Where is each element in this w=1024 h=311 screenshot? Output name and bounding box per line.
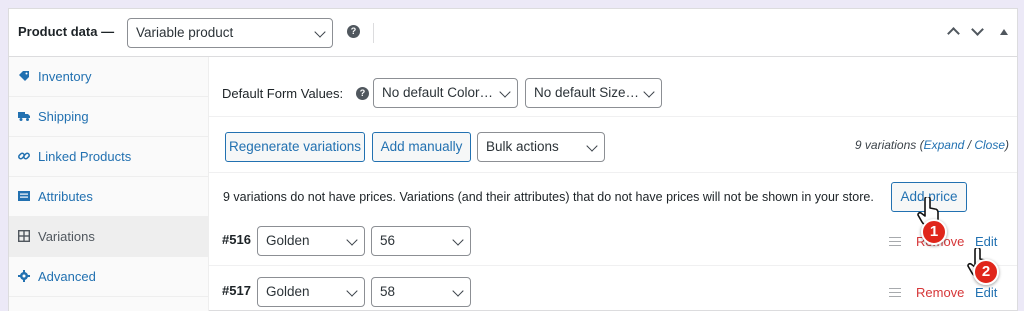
default-size-value: No default Size… [534, 85, 640, 100]
product-data-panel: Product data — Variable product ? Invent… [8, 8, 1018, 311]
toggle-panel-button[interactable] [995, 23, 1013, 41]
chevron-up-icon [947, 27, 960, 40]
sidebar-item-label: Advanced [38, 269, 96, 284]
sidebar-item-inventory[interactable]: Inventory [9, 57, 208, 97]
paren: ) [1005, 138, 1009, 152]
variation-color-value: Golden [266, 233, 310, 248]
callout-badge-2: 2 [973, 259, 999, 285]
product-data-tabs: Inventory Shipping Linked Products Attri… [9, 57, 209, 311]
variation-id: #517 [222, 283, 251, 298]
missing-prices-notice: 9 variations do not have prices. Variati… [223, 190, 874, 204]
variations-count-text: 9 variations ( [854, 138, 924, 152]
variation-size-select[interactable]: 56 [371, 226, 471, 256]
product-type-select[interactable]: Variable product [127, 18, 333, 48]
chevron-down-icon [314, 26, 326, 38]
sidebar-item-label: Shipping [38, 109, 89, 124]
help-icon[interactable]: ? [356, 87, 369, 100]
variation-size-value: 56 [380, 233, 396, 248]
variations-panel: Default Form Values: ? No default Color…… [209, 57, 1017, 311]
remove-variation-link[interactable]: Remove [916, 285, 964, 300]
link-icon [18, 152, 30, 160]
chevron-down-icon [499, 86, 511, 98]
default-color-value: No default Color… [382, 85, 494, 100]
expand-link[interactable]: Expand [924, 138, 965, 152]
move-down-button[interactable] [969, 23, 987, 41]
variation-size-select[interactable]: 58 [371, 277, 471, 307]
edit-variation-link[interactable]: Edit [975, 234, 997, 249]
sidebar-item-label: Attributes [38, 189, 93, 204]
sidebar-item-advanced[interactable]: Advanced [9, 257, 208, 297]
chevron-down-icon [586, 140, 598, 152]
default-size-select[interactable]: No default Size… [525, 78, 662, 108]
sidebar-item-attributes[interactable]: Attributes [9, 177, 208, 217]
drag-handle-icon[interactable] [889, 237, 901, 246]
product-type-value: Variable product [136, 25, 234, 40]
header-divider [373, 23, 374, 43]
panel-header: Product data — Variable product ? [9, 9, 1017, 57]
divider [209, 116, 1017, 117]
sidebar-item-label: Inventory [38, 69, 92, 84]
gear-icon [18, 270, 30, 282]
sidebar-item-label: Variations [38, 229, 95, 244]
default-color-select[interactable]: No default Color… [373, 78, 518, 108]
variations-count: 9 variations (Expand / Close) [855, 138, 1009, 152]
variation-id: #516 [222, 232, 251, 247]
panel-title: Product data — [18, 24, 115, 39]
add-manually-button[interactable]: Add manually [372, 132, 471, 162]
chevron-down-icon [643, 86, 655, 98]
separator: / [964, 138, 975, 152]
sidebar-item-label: Linked Products [38, 149, 132, 164]
grid-icon [18, 230, 30, 242]
callout-badge-1: 1 [921, 219, 947, 245]
help-icon[interactable]: ? [347, 25, 360, 38]
bulk-actions-value: Bulk actions [486, 139, 559, 154]
chevron-down-icon [346, 234, 358, 246]
triangle-up-icon [1000, 29, 1008, 35]
variation-size-value: 58 [380, 284, 396, 299]
edit-variation-link[interactable]: Edit [975, 285, 997, 300]
chevron-down-icon [452, 234, 464, 246]
bulk-actions-select[interactable]: Bulk actions [477, 132, 605, 162]
chevron-down-icon [971, 23, 984, 36]
variation-color-select[interactable]: Golden [257, 226, 365, 256]
variation-color-value: Golden [266, 284, 310, 299]
chevron-down-icon [346, 285, 358, 297]
default-form-values-label: Default Form Values: [222, 86, 344, 101]
sidebar-item-variations[interactable]: Variations [9, 217, 208, 257]
regenerate-variations-button[interactable]: Regenerate variations [225, 132, 365, 162]
divider [209, 265, 1017, 266]
divider [209, 172, 1017, 173]
chevron-down-icon [452, 285, 464, 297]
variation-color-select[interactable]: Golden [257, 277, 365, 307]
list-icon [18, 191, 30, 201]
move-up-button[interactable] [945, 23, 963, 41]
close-link[interactable]: Close [974, 138, 1005, 152]
sidebar-item-linked-products[interactable]: Linked Products [9, 137, 208, 177]
tag-icon [19, 71, 29, 81]
sidebar-item-shipping[interactable]: Shipping [9, 97, 208, 137]
truck-icon [18, 112, 30, 121]
drag-handle-icon[interactable] [889, 288, 901, 297]
